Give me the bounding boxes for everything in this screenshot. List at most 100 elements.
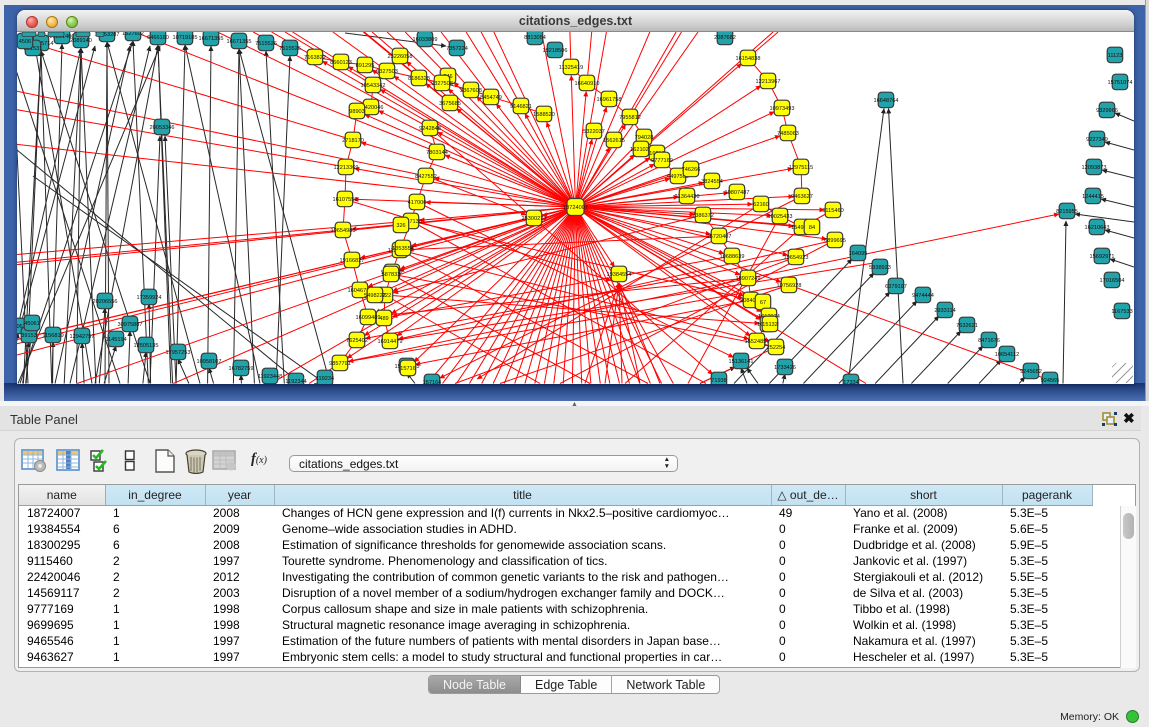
svg-text:9463627: 9463627 bbox=[791, 194, 813, 200]
svg-text:1562615: 1562615 bbox=[603, 138, 625, 144]
svg-text:19166827: 19166827 bbox=[340, 258, 365, 264]
svg-text:10973493: 10973493 bbox=[770, 106, 795, 112]
svg-text:2718170: 2718170 bbox=[342, 138, 364, 144]
svg-text:417006: 417006 bbox=[408, 200, 427, 206]
svg-text:17957253: 17957253 bbox=[166, 350, 191, 356]
svg-text:9857791: 9857791 bbox=[329, 361, 351, 367]
svg-text:1145194: 1145194 bbox=[105, 337, 126, 343]
svg-text:25300273: 25300273 bbox=[522, 216, 547, 222]
svg-text:7515526: 7515526 bbox=[279, 46, 301, 52]
svg-text:16154838: 16154838 bbox=[736, 56, 761, 62]
svg-text:10807487: 10807487 bbox=[725, 190, 750, 196]
svg-text:30975887: 30975887 bbox=[118, 322, 143, 328]
svg-text:16914479: 16914479 bbox=[378, 339, 403, 345]
svg-text:8471676: 8471676 bbox=[978, 338, 1000, 344]
svg-text:2089140: 2089140 bbox=[70, 38, 92, 44]
svg-text:21364436: 21364436 bbox=[675, 194, 700, 200]
svg-text:17016504: 17016504 bbox=[1100, 278, 1125, 284]
svg-text:19654923: 19654923 bbox=[784, 255, 809, 261]
svg-text:252254: 252254 bbox=[767, 345, 786, 351]
svg-text:7357224: 7357224 bbox=[446, 46, 468, 52]
svg-text:9227349: 9227349 bbox=[1086, 137, 1108, 143]
svg-text:16640910: 16640910 bbox=[575, 81, 600, 87]
svg-text:5938923: 5938923 bbox=[869, 265, 891, 271]
svg-text:746266: 746266 bbox=[682, 167, 701, 173]
svg-text:16782759: 16782759 bbox=[229, 366, 254, 372]
svg-text:10719185: 10719185 bbox=[173, 35, 198, 41]
svg-text:10688639: 10688639 bbox=[720, 254, 745, 260]
svg-text:8660123: 8660123 bbox=[330, 60, 352, 66]
svg-text:20053346: 20053346 bbox=[150, 125, 175, 131]
svg-text:12505135: 12505135 bbox=[134, 343, 159, 349]
svg-text:45061: 45061 bbox=[24, 321, 40, 327]
svg-text:326: 326 bbox=[396, 223, 405, 229]
svg-text:12213967: 12213967 bbox=[756, 79, 781, 85]
svg-text:8813054: 8813054 bbox=[524, 35, 546, 41]
svg-text:71938: 71938 bbox=[711, 378, 727, 384]
svg-text:9245652: 9245652 bbox=[1020, 369, 1042, 375]
svg-text:8427552: 8427552 bbox=[415, 174, 437, 180]
svg-text:7515526: 7515526 bbox=[255, 41, 277, 47]
svg-text:9242848: 9242848 bbox=[419, 126, 441, 132]
svg-text:20206556: 20206556 bbox=[93, 299, 118, 305]
svg-text:11325419: 11325419 bbox=[559, 65, 583, 71]
svg-text:17359924: 17359924 bbox=[137, 295, 162, 301]
svg-text:9146821: 9146821 bbox=[510, 104, 532, 110]
svg-text:5498222: 5498222 bbox=[364, 293, 386, 299]
svg-text:1588520: 1588520 bbox=[533, 112, 555, 118]
svg-text:1167533: 1167533 bbox=[1111, 309, 1132, 315]
svg-text:16033809: 16033809 bbox=[413, 37, 438, 43]
svg-text:1156819: 1156819 bbox=[42, 333, 63, 339]
svg-text:7163822: 7163822 bbox=[304, 55, 326, 61]
svg-text:489: 489 bbox=[379, 316, 388, 322]
svg-text:1353554: 1353554 bbox=[392, 246, 414, 252]
svg-text:10958107: 10958107 bbox=[197, 359, 222, 365]
svg-text:9777169: 9777169 bbox=[651, 158, 673, 164]
svg-text:10025433: 10025433 bbox=[768, 214, 793, 220]
svg-text:164095: 164095 bbox=[849, 251, 868, 257]
svg-text:16671355: 16671355 bbox=[199, 36, 224, 42]
svg-text:119234: 119234 bbox=[316, 376, 334, 382]
svg-text:9327503: 9327503 bbox=[376, 69, 398, 75]
svg-text:67: 67 bbox=[760, 300, 766, 306]
svg-text:1192344: 1192344 bbox=[285, 379, 306, 384]
svg-text:17334: 17334 bbox=[843, 380, 859, 384]
svg-text:11923448: 11923448 bbox=[258, 374, 282, 380]
svg-text:7803144: 7803144 bbox=[426, 150, 448, 156]
svg-text:1244415: 1244415 bbox=[1082, 194, 1104, 200]
svg-text:7955812: 7955812 bbox=[619, 115, 641, 121]
svg-text:10654112: 10654112 bbox=[995, 352, 1019, 358]
svg-text:16099489: 16099489 bbox=[356, 315, 381, 321]
svg-text:16107552: 16107552 bbox=[333, 197, 358, 203]
svg-text:891295: 891295 bbox=[356, 63, 375, 69]
svg-text:9474444: 9474444 bbox=[912, 293, 934, 299]
svg-text:15692971: 15692971 bbox=[1090, 254, 1115, 260]
svg-text:16961758: 16961758 bbox=[597, 97, 622, 103]
svg-text:12942757: 12942757 bbox=[70, 334, 95, 340]
svg-text:15720407: 15720407 bbox=[707, 234, 732, 240]
svg-text:7632621: 7632621 bbox=[956, 323, 978, 329]
svg-text:7386372: 7386372 bbox=[692, 213, 714, 219]
svg-text:7485063: 7485063 bbox=[777, 131, 799, 137]
svg-text:15716: 15716 bbox=[400, 366, 416, 372]
svg-text:587833: 587833 bbox=[382, 272, 401, 278]
svg-text:2933114: 2933114 bbox=[934, 308, 955, 314]
svg-text:62160: 62160 bbox=[753, 202, 769, 208]
svg-text:6379197: 6379197 bbox=[885, 284, 907, 290]
svg-text:12093873: 12093873 bbox=[1082, 165, 1107, 171]
svg-text:10543342: 10543342 bbox=[361, 83, 386, 89]
svg-text:7625402: 7625402 bbox=[346, 338, 368, 344]
svg-text:19654983: 19654983 bbox=[331, 228, 356, 234]
svg-text:84: 84 bbox=[809, 225, 815, 231]
svg-text:794028: 794028 bbox=[635, 135, 654, 141]
svg-text:2367608: 2367608 bbox=[460, 88, 482, 94]
svg-text:98903: 98903 bbox=[349, 109, 365, 115]
svg-text:3824554: 3824554 bbox=[701, 179, 723, 185]
svg-text:11123: 11123 bbox=[1108, 53, 1123, 59]
svg-text:19218506: 19218506 bbox=[543, 48, 568, 54]
svg-text:2087682: 2087682 bbox=[714, 35, 736, 41]
svg-text:12213369: 12213369 bbox=[334, 165, 359, 171]
svg-text:9327508: 9327508 bbox=[431, 81, 453, 87]
svg-text:15136141: 15136141 bbox=[729, 359, 754, 365]
svg-text:1733426: 1733426 bbox=[774, 365, 796, 371]
